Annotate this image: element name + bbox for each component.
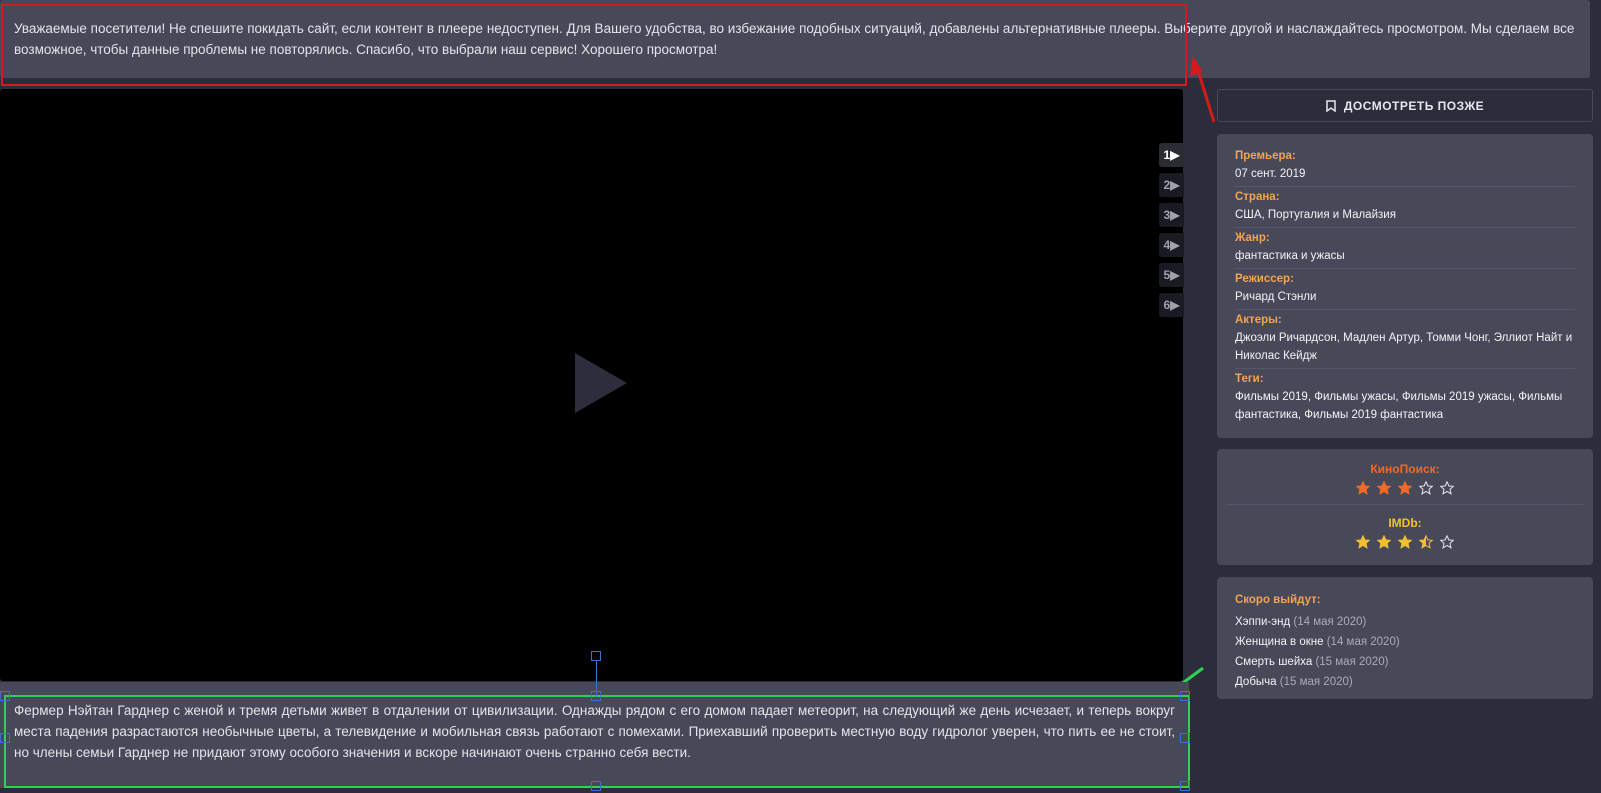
imdb-stars bbox=[1217, 535, 1593, 549]
server-list: 1▶ 2▶ 3▶ 4▶ 5▶ 6▶ bbox=[1159, 143, 1184, 317]
video-player[interactable] bbox=[0, 89, 1183, 681]
coming-soon-item[interactable]: Добыча (15 мая 2020) bbox=[1235, 672, 1575, 692]
movie-description: Фермер Нэйтан Гарднер с женой и тремя де… bbox=[0, 682, 1189, 788]
movie-info-card: Премьера: 07 сент. 2019 Страна: США, Пор… bbox=[1217, 134, 1593, 438]
star-icon bbox=[1440, 481, 1454, 495]
star-icon bbox=[1377, 481, 1391, 495]
tags-label: Теги: bbox=[1235, 373, 1264, 385]
notice-text: Уважаемые посетители! Не спешите покидат… bbox=[14, 21, 1575, 57]
imdb-label: IMDb: bbox=[1388, 516, 1422, 530]
coming-soon-list: Хэппи-энд (14 мая 2020) Женщина в окне (1… bbox=[1235, 612, 1575, 692]
coming-soon-item[interactable]: Хэппи-энд (14 мая 2020) bbox=[1235, 612, 1575, 632]
coming-soon-name[interactable]: Смерть шейха bbox=[1235, 656, 1312, 668]
star-icon bbox=[1398, 481, 1412, 495]
server-button-5[interactable]: 5▶ bbox=[1159, 263, 1184, 287]
coming-soon-date: (14 мая 2020) bbox=[1290, 616, 1367, 628]
genre-label: Жанр: bbox=[1235, 232, 1270, 244]
country-value[interactable]: США, Португалия и Малайзия bbox=[1235, 206, 1575, 224]
genre-value[interactable]: фантастика и ужасы bbox=[1235, 247, 1575, 265]
imdb-rating: IMDb: bbox=[1217, 515, 1593, 549]
ratings-card: КиноПоиск: IMDb: bbox=[1217, 449, 1593, 565]
star-icon bbox=[1419, 481, 1433, 495]
bookmark-icon bbox=[1326, 99, 1336, 112]
star-icon bbox=[1419, 535, 1433, 549]
star-icon bbox=[1356, 481, 1370, 495]
server-button-3[interactable]: 3▶ bbox=[1159, 203, 1184, 227]
server-button-1[interactable]: 1▶ bbox=[1159, 143, 1184, 167]
kinopoisk-stars bbox=[1217, 481, 1593, 495]
actors-label: Актеры: bbox=[1235, 314, 1282, 326]
director-value[interactable]: Ричард Стэнли bbox=[1235, 288, 1575, 306]
info-actors: Актеры: Джоэли Ричардсон, Мадлен Артур, … bbox=[1235, 310, 1575, 369]
play-icon[interactable] bbox=[575, 353, 627, 413]
coming-soon-date: (15 мая 2020) bbox=[1276, 676, 1353, 688]
actors-value[interactable]: Джоэли Ричардсон, Мадлен Артур, Томми Чо… bbox=[1235, 329, 1575, 365]
notice-banner: Уважаемые посетители! Не спешите покидат… bbox=[0, 0, 1590, 78]
star-icon bbox=[1440, 535, 1454, 549]
server-button-4[interactable]: 4▶ bbox=[1159, 233, 1184, 257]
coming-soon-card: Скоро выйдут: Хэппи-энд (14 мая 2020) Жен… bbox=[1217, 577, 1593, 699]
description-text: Фермер Нэйтан Гарднер с женой и тремя де… bbox=[14, 703, 1175, 760]
star-icon bbox=[1398, 535, 1412, 549]
coming-soon-name[interactable]: Хэппи-энд bbox=[1235, 616, 1290, 628]
coming-soon-item[interactable]: Женщина в окне (14 мая 2020) bbox=[1235, 632, 1575, 652]
director-label: Режиссер: bbox=[1235, 273, 1294, 285]
watch-later-label: ДОСМОТРЕТЬ ПОЗЖЕ bbox=[1343, 98, 1485, 113]
kinopoisk-label: КиноПоиск: bbox=[1370, 462, 1440, 476]
coming-soon-item[interactable]: Смерть шейха (15 мая 2020) bbox=[1235, 652, 1575, 672]
star-icon bbox=[1356, 535, 1370, 549]
info-premiere: Премьера: 07 сент. 2019 bbox=[1235, 146, 1575, 187]
info-tags: Теги: Фильмы 2019, Фильмы ужасы, Фильмы … bbox=[1235, 369, 1575, 427]
watch-later-button[interactable]: ДОСМОТРЕТЬ ПОЗЖЕ bbox=[1217, 89, 1593, 122]
info-country: Страна: США, Португалия и Малайзия bbox=[1235, 187, 1575, 228]
premiere-value: 07 сент. 2019 bbox=[1235, 168, 1306, 180]
country-label: Страна: bbox=[1235, 191, 1280, 203]
rating-divider bbox=[1227, 504, 1583, 505]
server-button-6[interactable]: 6▶ bbox=[1159, 293, 1184, 317]
coming-soon-date: (14 мая 2020) bbox=[1323, 636, 1400, 648]
kinopoisk-rating: КиноПоиск: bbox=[1217, 461, 1593, 495]
tags-value[interactable]: Фильмы 2019, Фильмы ужасы, Фильмы 2019 у… bbox=[1235, 388, 1575, 424]
info-director: Режиссер: Ричард Стэнли bbox=[1235, 269, 1575, 310]
selection-line bbox=[596, 661, 597, 697]
coming-soon-name[interactable]: Добыча bbox=[1235, 676, 1277, 688]
star-icon bbox=[1377, 535, 1391, 549]
premiere-label: Премьера: bbox=[1235, 150, 1296, 162]
coming-soon-title: Скоро выйдут: bbox=[1235, 594, 1321, 606]
coming-soon-date: (15 мая 2020) bbox=[1312, 656, 1389, 668]
coming-soon-name[interactable]: Женщина в окне bbox=[1235, 636, 1324, 648]
info-genre: Жанр: фантастика и ужасы bbox=[1235, 228, 1575, 269]
server-button-2[interactable]: 2▶ bbox=[1159, 173, 1184, 197]
